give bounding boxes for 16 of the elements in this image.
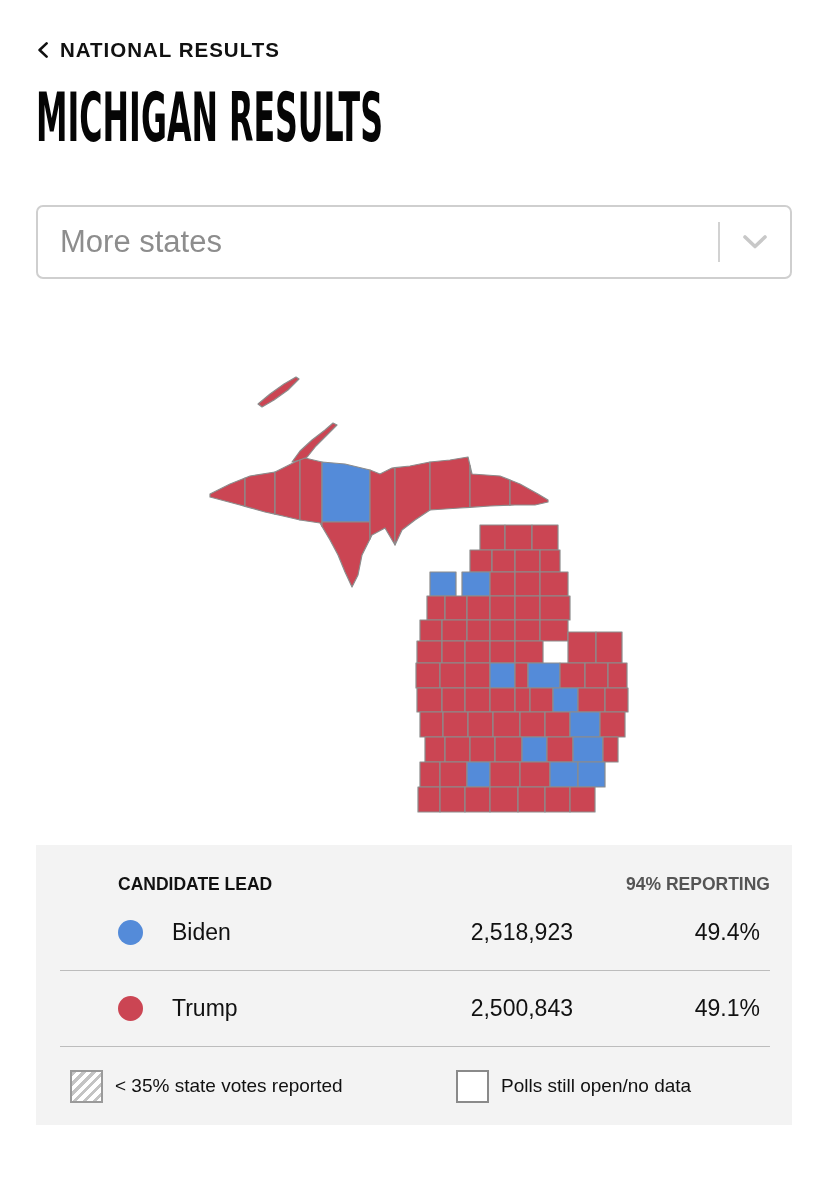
candidate-lead-heading: CANDIDATE LEAD (118, 873, 273, 895)
back-link[interactable]: NATIONAL RESULTS (38, 38, 280, 62)
vote-percent: 49.1% (693, 995, 760, 1022)
candidate-name: Biden (172, 919, 232, 946)
candidate-name: Trump (172, 995, 239, 1022)
page-title: MICHIGAN RESULTS (36, 84, 383, 152)
vote-count: 2,500,843 (470, 995, 573, 1022)
empty-swatch-icon (456, 1069, 489, 1103)
chevron-down-icon (743, 235, 767, 249)
chevron-left-icon (38, 42, 48, 58)
vote-percent: 49.4% (693, 919, 760, 946)
legend-label: Polls still open/no data (501, 1075, 692, 1097)
reporting-status: 94% REPORTING (626, 873, 770, 895)
hatched-swatch-icon (70, 1069, 103, 1103)
vote-count: 2,518,923 (470, 919, 573, 946)
legend-label: < 35% state votes reported (115, 1075, 343, 1097)
